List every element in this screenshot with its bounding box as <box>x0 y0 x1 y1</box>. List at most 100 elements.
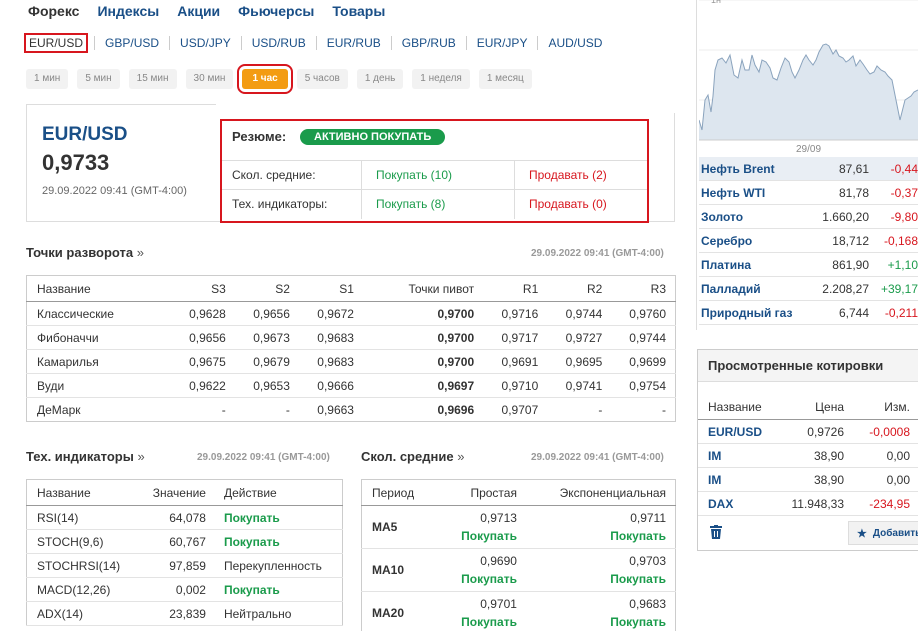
cell: 0,9703 Покупать <box>525 548 676 592</box>
tech-title[interactable]: Тех. индикаторы » <box>26 449 145 464</box>
cell: 0,9672 <box>298 301 363 326</box>
item-change: -0,0008 <box>869 424 910 439</box>
cell: 0,9683 <box>298 349 363 374</box>
list-item[interactable]: Природный газ 6,744 -0,211 <box>699 301 918 325</box>
col-pivot: Точки пивот <box>362 275 484 302</box>
list-item[interactable]: Палладий 2.208,27 +39,17 <box>699 277 918 301</box>
timeframe-1week[interactable]: 1 неделя <box>412 69 470 89</box>
cell: ADX(14) <box>26 601 135 626</box>
tab-commodities[interactable]: Товары <box>332 3 385 19</box>
list-item[interactable]: EUR/USD 0,9726 -0,0008 <box>698 420 918 444</box>
cell: 0,9760 <box>611 301 676 326</box>
pair-eur-jpy[interactable]: EUR/JPY <box>473 34 532 52</box>
col-name: Название <box>26 479 135 506</box>
commodities-list: Нефть Brent 87,61 -0,44 Нефть WTI 81,78 … <box>699 157 918 325</box>
table-row: STOCH(9,6) 60,767 Покупать <box>26 529 343 554</box>
summary-badge: АКТИВНО ПОКУПАТЬ <box>300 129 446 145</box>
tab-stocks[interactable]: Акции <box>177 3 220 19</box>
list-item[interactable]: DAX 11.948,33 -234,95 <box>698 492 918 516</box>
timeframe-30min[interactable]: 30 мин <box>185 69 234 89</box>
pair-usd-jpy[interactable]: USD/JPY <box>176 34 235 52</box>
table-row: ДеМарк - - 0,9663 0,9696 0,9707 - - <box>27 398 676 422</box>
action: Покупать <box>610 529 666 543</box>
pair-gbp-rub[interactable]: GBP/RUB <box>398 34 460 52</box>
currency-pair-selector: EUR/USD GBP/USD USD/JPY USD/RUB EUR/RUB … <box>24 33 606 53</box>
col-s1: S1 <box>298 275 363 302</box>
cell: Нейтрально <box>213 601 343 626</box>
tab-indices[interactable]: Индексы <box>97 3 159 19</box>
mini-price-chart[interactable]: 1н 29/09 <box>698 0 918 157</box>
list-item[interactable]: IM 38,90 0,00 <box>698 444 918 468</box>
cell: 0,9699 <box>611 349 676 374</box>
divider <box>315 36 317 50</box>
list-item[interactable]: Нефть WTI 81,78 -0,37 <box>699 181 918 205</box>
list-item[interactable]: Золото 1.660,20 -9,80 <box>699 205 918 229</box>
cell: 0,9710 <box>483 373 548 398</box>
pair-eur-usd[interactable]: EUR/USD <box>24 33 89 53</box>
col-change: Изм. <box>884 400 910 414</box>
pivot-title[interactable]: Точки разворота » <box>26 245 144 260</box>
cell: 0,9683 <box>298 325 363 350</box>
item-price: 1.660,20 <box>822 209 869 224</box>
cell: Фибоначчи <box>26 325 167 350</box>
item-change: -0,44 <box>890 161 918 176</box>
cell: 0,9683 Покупать <box>525 591 676 631</box>
item-change: -0,168 <box>883 233 918 248</box>
timeframe-1min[interactable]: 1 мин <box>26 69 69 89</box>
timeframe-1hour[interactable]: 1 час <box>237 64 293 94</box>
item-name: DAX <box>708 496 734 511</box>
col-r3: R3 <box>611 275 676 302</box>
cell: 0,002 <box>134 577 214 602</box>
cell: 0,9741 <box>547 373 612 398</box>
quote-symbol: EUR/USD <box>42 124 128 145</box>
chart-x-label: 29/09 <box>796 144 821 155</box>
cell: 0,9727 <box>547 325 612 350</box>
action: Покупать <box>610 615 666 629</box>
summary-row-ma: Скол. средние: Покупать (10) Продавать (… <box>222 160 647 190</box>
trash-icon[interactable] <box>710 525 722 542</box>
item-price: 11.948,33 <box>791 496 845 511</box>
table-row: Вуди 0,9622 0,9653 0,9666 0,9697 0,9710 … <box>26 373 676 398</box>
pair-gbp-usd[interactable]: GBP/USD <box>101 34 163 52</box>
cell: - <box>662 402 666 417</box>
cell: 0,9711 Покупать <box>525 505 676 549</box>
cell: 0,9628 <box>166 301 235 326</box>
divider <box>465 36 467 50</box>
cell: 23,839 <box>134 601 214 626</box>
cell: Вуди <box>26 373 167 398</box>
pair-aud-usd[interactable]: AUD/USD <box>544 34 606 52</box>
sma-title[interactable]: Скол. средние » <box>361 449 464 464</box>
table-row: RSI(14) 64,078 Покупать <box>26 505 343 530</box>
timeframe-15min[interactable]: 15 мин <box>128 69 177 89</box>
timeframe-5min[interactable]: 5 мин <box>77 69 120 89</box>
item-change: +1,10 <box>887 257 918 272</box>
cell: 0,9691 <box>483 349 548 374</box>
table-row: Классические 0,9628 0,9656 0,9672 0,9700… <box>26 301 676 326</box>
timeframe-1month[interactable]: 1 месяц <box>478 69 532 89</box>
tab-futures[interactable]: Фьючерсы <box>238 3 314 19</box>
chart-top-label: 1н <box>711 0 721 5</box>
recently-viewed-title: Просмотренные котировки <box>698 350 918 382</box>
cell: 0,9663 <box>317 402 354 417</box>
timeframe-1day[interactable]: 1 день <box>356 69 404 89</box>
list-item[interactable]: Серебро 18,712 -0,168 <box>699 229 918 253</box>
pair-eur-rub[interactable]: EUR/RUB <box>323 34 385 52</box>
add-label: Добавить <box>872 527 918 539</box>
value: 0,9683 <box>629 597 666 611</box>
cell: 0,9695 <box>547 349 612 374</box>
item-name: IM <box>708 448 722 463</box>
quote-price: 0,9733 <box>42 150 110 175</box>
add-to-watchlist-button[interactable]: ★ Добавить <box>848 521 918 545</box>
tab-forex[interactable]: Форекс <box>28 3 79 19</box>
timeframe-5hours[interactable]: 5 часов <box>296 69 348 89</box>
pair-usd-rub[interactable]: USD/RUB <box>248 34 310 52</box>
item-price: 861,90 <box>832 257 869 272</box>
quote-card: EUR/USD 0,9733 29.09.2022 09:41 (GMT-4:0… <box>26 104 216 222</box>
list-item[interactable]: Нефть Brent 87,61 -0,44 <box>699 157 918 181</box>
cell: Камарилья <box>26 349 167 374</box>
col-r2: R2 <box>547 275 612 302</box>
list-item[interactable]: IM 38,90 0,00 <box>698 468 918 492</box>
cell: 0,9622 <box>166 373 235 398</box>
cell: 0,9697 <box>362 373 484 398</box>
list-item[interactable]: Платина 861,90 +1,10 <box>699 253 918 277</box>
